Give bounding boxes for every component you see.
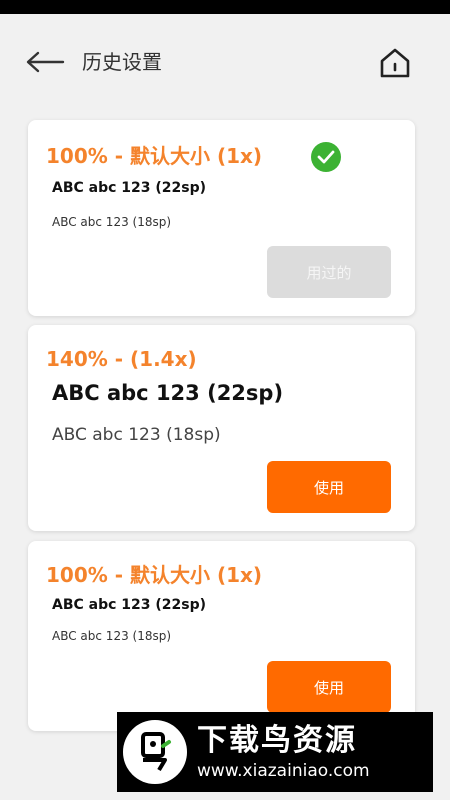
sample-text-18sp: ABC abc 123 (18sp)	[52, 215, 172, 229]
watermark-banner: 下载鸟资源 www.xiazainiao.com	[117, 712, 433, 792]
option-title: 140% - (1.4x)	[46, 347, 197, 371]
sample-text-22sp: ABC abc 123 (22sp)	[52, 381, 284, 405]
check-circle-icon	[311, 142, 341, 172]
home-icon	[380, 48, 410, 78]
font-size-option-card: 140% - (1.4x) ABC abc 123 (22sp) ABC abc…	[28, 325, 415, 531]
watermark-title: 下载鸟资源	[197, 723, 357, 758]
back-button[interactable]	[22, 48, 68, 76]
use-button[interactable]: 使用	[267, 661, 391, 713]
used-button[interactable]: 用过的	[267, 246, 391, 298]
watermark-url: www.xiazainiao.com	[197, 761, 370, 781]
header: 历史设置	[0, 14, 450, 110]
use-button[interactable]: 使用	[267, 461, 391, 513]
sample-text-22sp: ABC abc 123 (22sp)	[52, 180, 207, 196]
status-bar	[0, 0, 450, 14]
option-title: 100% - 默认大小 (1x)	[46, 563, 263, 587]
sample-text-18sp: ABC abc 123 (18sp)	[52, 425, 221, 445]
page-title: 历史设置	[82, 50, 162, 74]
font-size-option-card: 100% - 默认大小 (1x) ABC abc 123 (22sp) ABC …	[28, 541, 415, 731]
arrow-left-icon	[26, 51, 65, 73]
bird-logo-icon	[123, 720, 187, 784]
sample-text-22sp: ABC abc 123 (22sp)	[52, 597, 207, 613]
sample-text-18sp: ABC abc 123 (18sp)	[52, 629, 172, 643]
option-title: 100% - 默认大小 (1x)	[46, 144, 263, 168]
font-size-option-card: 100% - 默认大小 (1x) ABC abc 123 (22sp) ABC …	[28, 120, 415, 316]
home-button[interactable]	[374, 44, 416, 82]
